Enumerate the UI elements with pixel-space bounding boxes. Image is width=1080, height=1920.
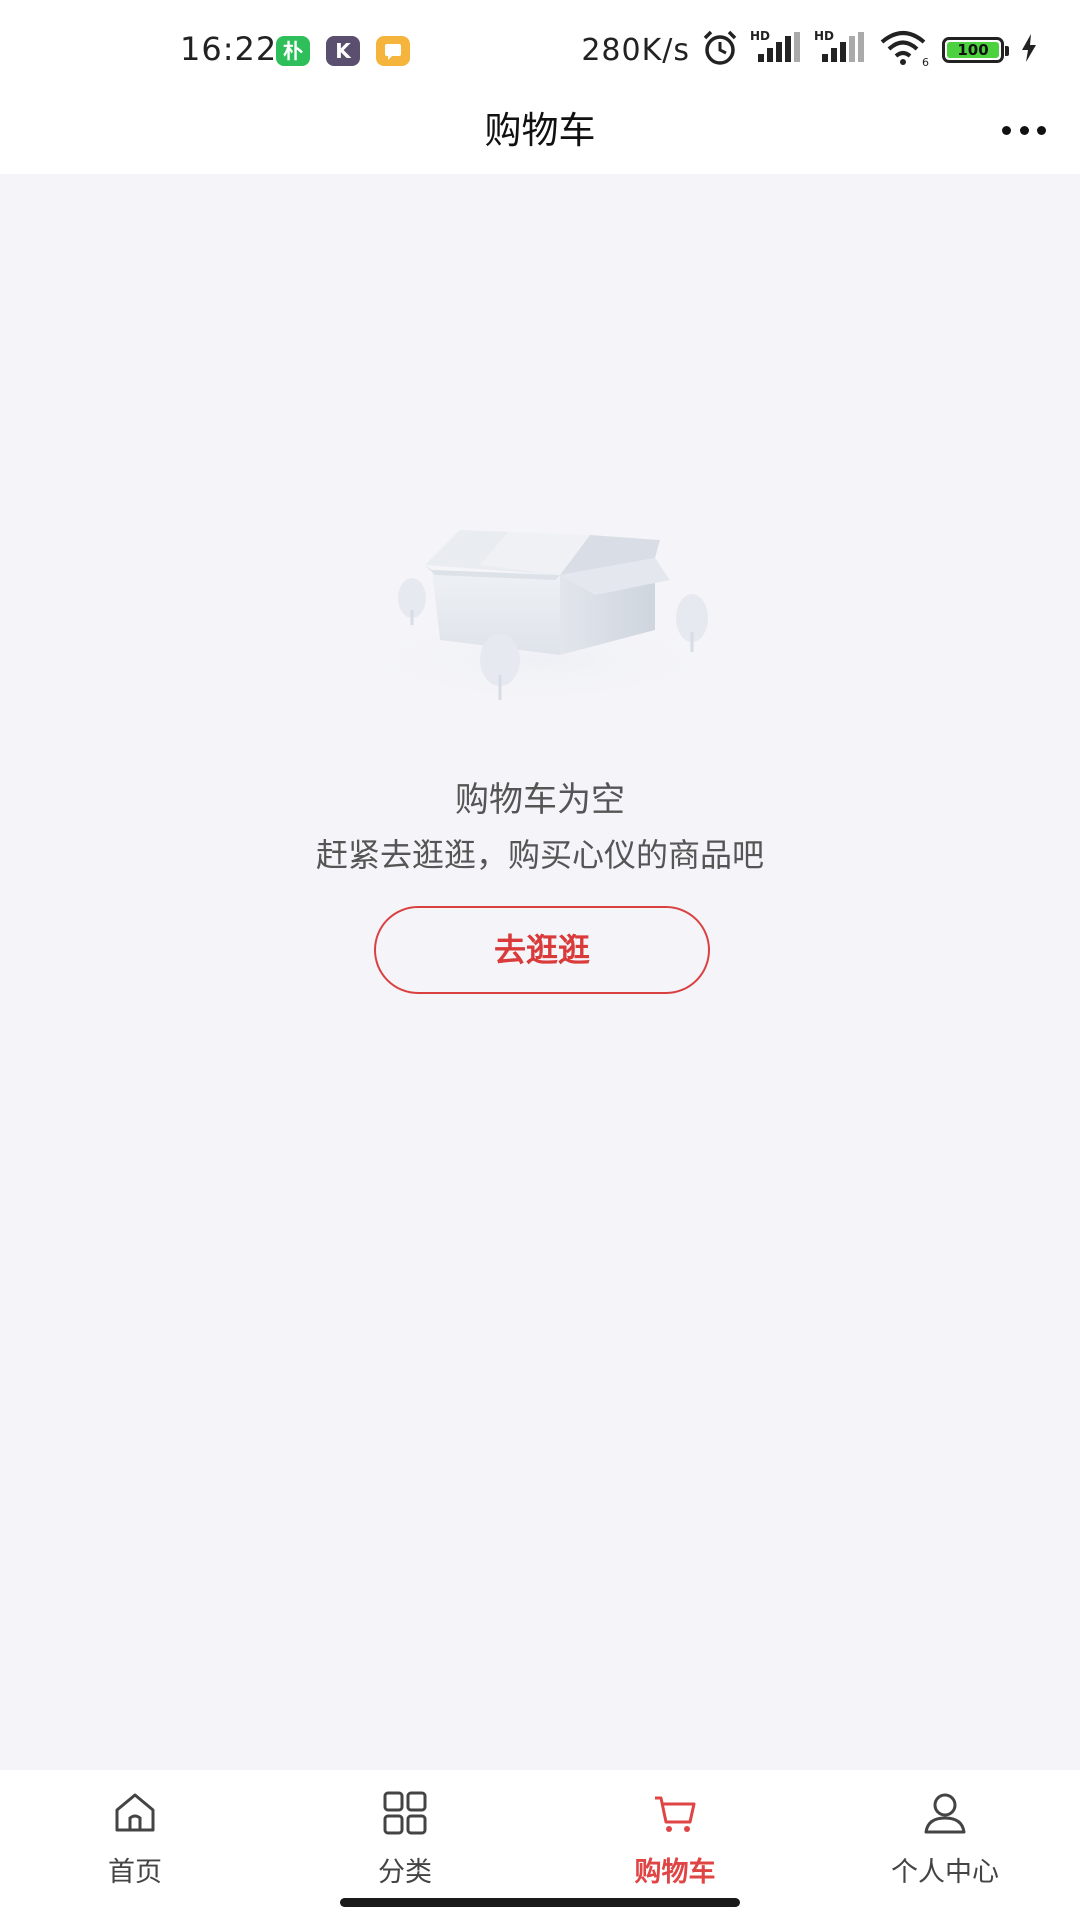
grid-icon (380, 1788, 430, 1838)
message-app-icon (376, 36, 410, 66)
svg-text:HD: HD (750, 29, 770, 43)
tab-profile[interactable]: 个人中心 (810, 1770, 1080, 1920)
more-dot (1002, 125, 1011, 135)
empty-subtitle: 赶紧去逛逛，购买心仪的商品吧 (315, 836, 764, 874)
battery-icon: 100 (942, 37, 1009, 63)
screen: 16:22 朴 K 280K/s HD HD 6 100 购物车 购物车为空 赶… (0, 0, 1080, 1920)
tab-label: 首页 (108, 1857, 162, 1888)
charging-icon (1020, 33, 1038, 67)
more-dot (1037, 125, 1046, 135)
battery-level: 100 (947, 42, 999, 58)
tab-home[interactable]: 首页 (0, 1770, 270, 1920)
page-title: 购物车 (484, 109, 596, 152)
status-bar: 16:22 朴 K 280K/s HD HD 6 100 (0, 0, 1080, 92)
tab-label: 分类 (378, 1857, 432, 1888)
go-shopping-button[interactable]: 去逛逛 (374, 906, 710, 994)
status-time: 16:22 (180, 30, 278, 68)
signal-icon-2: HD (814, 28, 868, 72)
empty-title: 购物车为空 (455, 780, 625, 820)
svg-text:6: 6 (922, 56, 929, 68)
more-options-button[interactable] (998, 110, 1050, 150)
more-dot (1019, 125, 1029, 135)
pu-app-icon: 朴 (276, 36, 310, 66)
tab-label: 个人中心 (891, 1857, 999, 1888)
k-app-icon: K (326, 36, 360, 66)
page-header: 购物车 (0, 92, 1080, 174)
alarm-icon (700, 28, 740, 72)
empty-box-icon (340, 500, 740, 720)
status-right: 280K/s HD HD 6 100 (581, 28, 1038, 72)
home-icon (110, 1788, 160, 1838)
svg-text:HD: HD (814, 29, 834, 43)
home-indicator[interactable] (340, 1898, 740, 1907)
network-speed: 280K/s (581, 32, 690, 68)
signal-icon-1: HD (750, 28, 804, 72)
tab-label: 购物车 (634, 1857, 716, 1888)
wifi-icon: 6 (878, 28, 932, 72)
cart-icon (650, 1788, 700, 1838)
user-icon (920, 1788, 970, 1838)
